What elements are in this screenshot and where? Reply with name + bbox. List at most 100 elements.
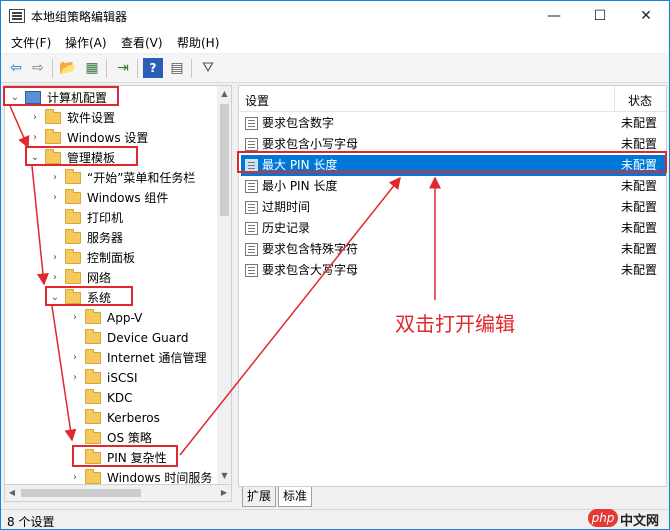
tree-item[interactable]: › “开始”菜单和任务栏 <box>5 168 217 188</box>
maximize-button[interactable]: ☐ <box>577 1 623 31</box>
tree-item[interactable]: › Windows 时间服务 <box>5 468 217 485</box>
properties-icon[interactable]: ▤ <box>167 58 187 78</box>
status-text: 8 个设置 <box>7 515 55 529</box>
expand-arrow-icon[interactable]: › <box>69 368 81 388</box>
policy-state: 未配置 <box>621 116 658 130</box>
policy-row[interactable]: 最小 PIN 长度 未配置 <box>241 176 666 197</box>
folder-icon <box>65 249 81 264</box>
policy-setting-icon <box>245 180 258 193</box>
folder-icon <box>85 369 101 384</box>
tree-item-label: Windows 时间服务 <box>107 471 213 485</box>
tree-item[interactable]: Device Guard <box>5 328 217 348</box>
annotation-box-computer-config <box>3 86 119 106</box>
scroll-thumb[interactable] <box>220 104 229 216</box>
expand-arrow-icon[interactable]: › <box>29 128 41 148</box>
menu-action[interactable]: 操作(A) <box>65 34 107 51</box>
tree-pane[interactable]: ⌄ 计算机配置 › 软件设置 › Windows 设置 ⌄ 管理模板 › “开始”菜单和任务栏 › W… <box>4 85 232 485</box>
tree-horizontal-scrollbar[interactable]: ◀ ▶ <box>4 485 232 502</box>
tree-item[interactable]: › 控制面板 <box>5 248 217 268</box>
folder-icon <box>45 109 61 124</box>
tree-item-label: 打印机 <box>87 211 124 225</box>
window-title: 本地组策略编辑器 <box>31 10 128 24</box>
show-hide-tree-icon[interactable]: ▦ <box>82 58 102 78</box>
back-icon[interactable]: ⇦ <box>6 58 26 78</box>
expand-arrow-icon[interactable]: › <box>49 248 61 268</box>
expand-arrow-icon[interactable]: › <box>69 308 81 328</box>
close-button[interactable]: ✕ <box>623 1 669 31</box>
tree-item[interactable]: › Windows 设置 <box>5 128 217 148</box>
tree-item-label: 网络 <box>87 271 112 285</box>
toolbar-separator <box>191 59 192 78</box>
export-list-icon[interactable]: ⇥ <box>113 58 133 78</box>
policy-setting-icon <box>245 138 258 151</box>
tab-extended[interactable]: 扩展 <box>242 487 277 507</box>
forward-icon[interactable]: ⇨ <box>28 58 48 78</box>
gpedit-app-icon <box>9 9 25 23</box>
tree-item[interactable]: Kerberos <box>5 408 217 428</box>
toolbar: ⇦ ⇨ 📂 ▦ ⇥ ? ▤ ⛛ <box>1 54 669 83</box>
column-header-state[interactable]: 状态 <box>628 92 652 109</box>
policy-row[interactable]: 历史记录 未配置 <box>241 218 666 239</box>
scroll-right-icon[interactable]: ▶ <box>217 485 231 501</box>
policy-state: 未配置 <box>621 179 658 193</box>
tree-item[interactable]: 服务器 <box>5 228 217 248</box>
tree-item-label: App-V <box>107 311 143 325</box>
scroll-up-icon[interactable]: ▲ <box>217 86 231 102</box>
tree-item[interactable]: › iSCSI <box>5 368 217 388</box>
annotation-box-pin-complexity <box>72 445 178 467</box>
folder-icon <box>85 349 101 364</box>
title-bar: 本地组策略编辑器 — ☐ ✕ <box>1 1 669 31</box>
expand-arrow-icon[interactable]: › <box>49 168 61 188</box>
tree-item-label: Internet 通信管理 <box>107 351 207 365</box>
toolbar-separator <box>106 59 107 78</box>
annotation-box-max-pin-length <box>237 151 667 173</box>
policy-row[interactable]: 要求包含数字 未配置 <box>241 113 666 134</box>
menu-view[interactable]: 查看(V) <box>121 34 163 51</box>
expand-arrow-icon[interactable]: › <box>29 108 41 128</box>
tree-item-label: 控制面板 <box>87 251 136 265</box>
tree-item[interactable]: › Windows 组件 <box>5 188 217 208</box>
folder-icon <box>65 229 81 244</box>
annotation-box-admin-templates <box>25 146 138 166</box>
folder-up-icon[interactable]: 📂 <box>58 58 78 78</box>
expand-arrow-icon[interactable]: › <box>69 348 81 368</box>
minimize-button[interactable]: — <box>531 1 577 31</box>
menu-help[interactable]: 帮助(H) <box>177 34 219 51</box>
scroll-left-icon[interactable]: ◀ <box>5 485 19 501</box>
tree-item[interactable]: › Internet 通信管理 <box>5 348 217 368</box>
policy-name: 最小 PIN 长度 <box>262 179 338 193</box>
policy-state: 未配置 <box>621 200 658 214</box>
policy-state: 未配置 <box>621 263 658 277</box>
expand-arrow-icon[interactable]: › <box>49 268 61 288</box>
scroll-thumb[interactable] <box>21 489 141 497</box>
policy-name: 要求包含大写字母 <box>262 263 359 277</box>
column-header-setting[interactable]: 设置 <box>245 92 269 109</box>
tree-item[interactable]: KDC <box>5 388 217 408</box>
folder-icon <box>85 329 101 344</box>
tree-item[interactable]: 打印机 <box>5 208 217 228</box>
policy-row[interactable]: 要求包含特殊字符 未配置 <box>241 239 666 260</box>
menu-file[interactable]: 文件(F) <box>11 34 51 51</box>
policy-row[interactable]: 过期时间 未配置 <box>241 197 666 218</box>
settings-list-pane[interactable]: 设置 状态 要求包含数字 未配置 要求包含小写字母 未配置 最大 PIN 长度 未配置 最小… <box>238 85 667 487</box>
tree-vertical-scrollbar[interactable]: ▲ ▼ <box>217 86 231 484</box>
tree-item[interactable]: › App-V <box>5 308 217 328</box>
filter-icon[interactable]: ⛛ <box>198 58 218 78</box>
expand-arrow-icon[interactable]: › <box>49 188 61 208</box>
scroll-down-icon[interactable]: ▼ <box>217 468 231 484</box>
column-divider[interactable] <box>614 86 615 112</box>
tree-item[interactable]: › 软件设置 <box>5 108 217 128</box>
expand-arrow-icon[interactable]: › <box>69 468 81 484</box>
menu-bar: 文件(F) 操作(A) 查看(V) 帮助(H) <box>1 31 669 53</box>
tab-standard[interactable]: 标准 <box>278 487 313 507</box>
folder-icon <box>65 269 81 284</box>
tree-item[interactable]: › 网络 <box>5 268 217 288</box>
folder-icon <box>85 429 101 444</box>
folder-icon <box>85 469 101 484</box>
policy-row[interactable]: 要求包含大写字母 未配置 <box>241 260 666 281</box>
help-icon[interactable]: ? <box>143 58 163 78</box>
view-tabs: 扩展 标准 <box>238 487 667 507</box>
policy-setting-icon <box>245 201 258 214</box>
policy-state: 未配置 <box>621 242 658 256</box>
annotation-box-system <box>45 286 133 306</box>
